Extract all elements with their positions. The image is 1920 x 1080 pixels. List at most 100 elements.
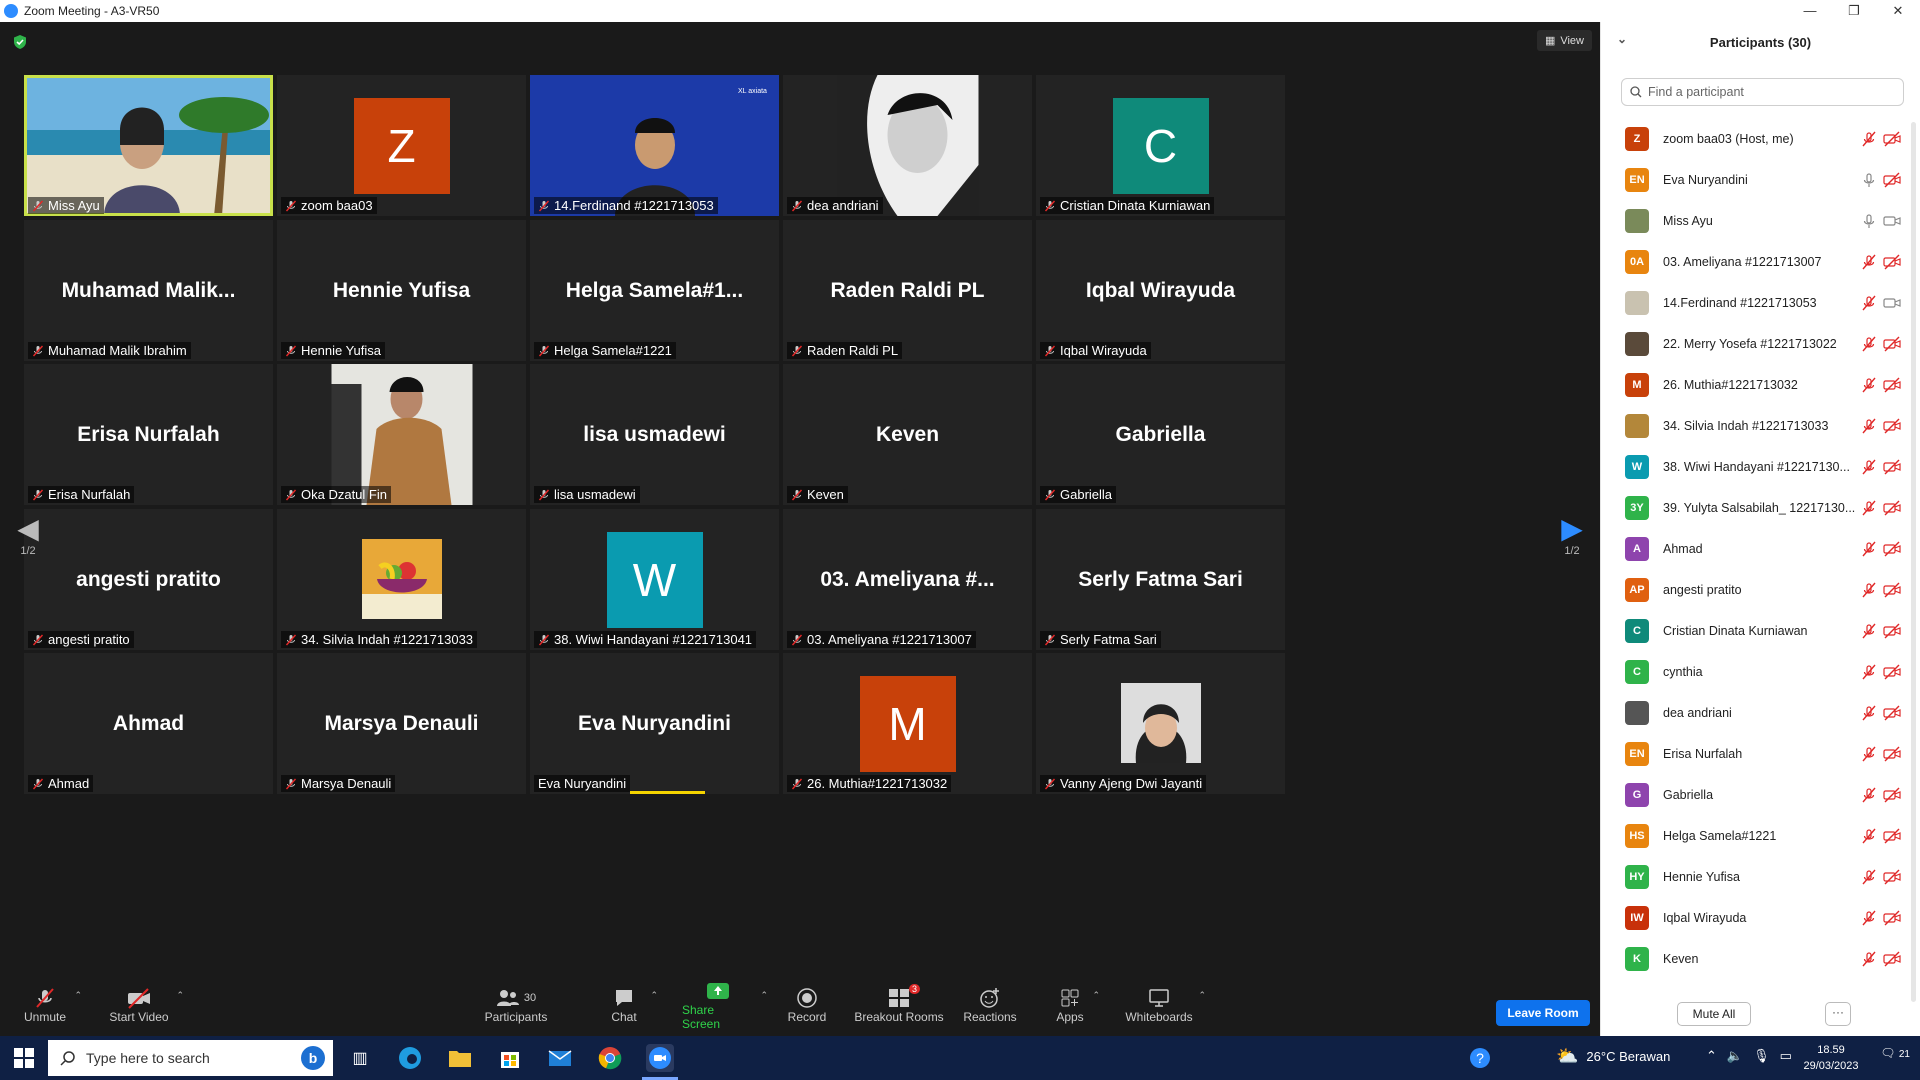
video-icon[interactable]: [1883, 213, 1901, 229]
participant-list-scrollbar[interactable]: [1911, 122, 1916, 1002]
participant-list-item[interactable]: HY Hennie Yufisa: [1601, 856, 1920, 897]
video-off-icon[interactable]: [1883, 418, 1901, 434]
participant-list-item[interactable]: Miss Ayu: [1601, 200, 1920, 241]
view-button[interactable]: ▦ View: [1536, 30, 1592, 51]
video-off-icon[interactable]: [1883, 336, 1901, 352]
mic-muted-icon[interactable]: [1861, 787, 1877, 803]
mic-muted-icon[interactable]: [1861, 459, 1877, 475]
mic-muted-icon[interactable]: [1861, 910, 1877, 926]
whiteboards-button[interactable]: Whiteboards ⌃: [1125, 974, 1206, 1036]
bing-icon[interactable]: b: [301, 1046, 325, 1070]
apps-button[interactable]: Apps ⌃: [1054, 974, 1100, 1036]
mic-muted-icon[interactable]: [1861, 295, 1877, 311]
participant-list-item[interactable]: G Gabriella: [1601, 774, 1920, 815]
participant-tile[interactable]: lisa usmadewi lisa usmadewi: [530, 364, 779, 505]
breakout-rooms-button[interactable]: 3 Breakout Rooms: [854, 974, 944, 1036]
chrome-icon[interactable]: [596, 1044, 624, 1072]
participant-tile[interactable]: Iqbal Wirayuda Iqbal Wirayuda: [1036, 220, 1285, 361]
mic-muted-icon[interactable]: [1861, 951, 1877, 967]
security-shield-icon[interactable]: [12, 34, 28, 50]
help-icon[interactable]: ?: [1466, 1044, 1494, 1072]
caret-up-icon[interactable]: ⌃: [1092, 990, 1100, 1001]
participant-list-item[interactable]: K Keven: [1601, 938, 1920, 979]
video-off-icon[interactable]: [1883, 131, 1901, 147]
participant-list-item[interactable]: 22. Merry Yosefa #1221713022: [1601, 323, 1920, 364]
participant-list-item[interactable]: IW Iqbal Wirayuda: [1601, 897, 1920, 938]
participant-list-item[interactable]: Ccynthia: [1601, 651, 1920, 692]
participant-list-item[interactable]: 14.Ferdinand #1221713053: [1601, 282, 1920, 323]
mic-muted-icon[interactable]: [1861, 541, 1877, 557]
participant-list-item[interactable]: M 26. Muthia#1221713032: [1601, 364, 1920, 405]
video-off-icon[interactable]: [1883, 541, 1901, 557]
video-off-icon[interactable]: [1883, 951, 1901, 967]
participant-tile[interactable]: 03. Ameliyana #... 03. Ameliyana #1221713…: [783, 509, 1032, 650]
participant-tile[interactable]: angesti pratito angesti pratito: [24, 509, 273, 650]
participant-tile[interactable]: Raden Raldi PL Raden Raldi PL: [783, 220, 1032, 361]
mic-muted-icon[interactable]: [1861, 582, 1877, 598]
participant-list-item[interactable]: EN Erisa Nurfalah: [1601, 733, 1920, 774]
taskbar-clock[interactable]: 18.59 29/03/2023: [1796, 1042, 1866, 1074]
mic-muted-icon[interactable]: [1861, 131, 1877, 147]
participant-tile[interactable]: M 26. Muthia#1221713032: [783, 653, 1032, 794]
caret-up-icon[interactable]: ⌃: [1198, 990, 1206, 1001]
caret-up-icon[interactable]: ⌃: [176, 990, 184, 1001]
mic-muted-icon[interactable]: [1861, 254, 1877, 270]
mute-all-button[interactable]: Mute All: [1677, 1002, 1751, 1026]
participant-tile[interactable]: 34. Silvia Indah #1221713033: [277, 509, 526, 650]
participant-list-item[interactable]: EN Eva Nuryandini: [1601, 159, 1920, 200]
chevron-up-icon[interactable]: ⌃: [1706, 1048, 1717, 1064]
participant-list-item[interactable]: 34. Silvia Indah #1221713033: [1601, 405, 1920, 446]
participant-tile[interactable]: dea andriani: [783, 75, 1032, 216]
participant-tile[interactable]: Muhamad Malik... Muhamad Malik Ibrahim: [24, 220, 273, 361]
maximize-button[interactable]: ❐: [1832, 0, 1876, 22]
video-off-icon[interactable]: [1883, 377, 1901, 393]
chevron-right-icon[interactable]: ▶: [1552, 512, 1592, 545]
participant-tile[interactable]: Serly Fatma Sari Serly Fatma Sari: [1036, 509, 1285, 650]
video-off-icon[interactable]: [1883, 705, 1901, 721]
chevron-down-icon[interactable]: ⌄: [1617, 32, 1627, 46]
microsoft-store-icon[interactable]: [496, 1044, 524, 1072]
mic-muted-icon[interactable]: [1861, 623, 1877, 639]
participant-tile[interactable]: Zzoom baa03: [277, 75, 526, 216]
participant-list-item[interactable]: 3Y 39. Yulyta Salsabilah_ 12217130...: [1601, 487, 1920, 528]
notifications-button[interactable]: 🗨 21: [1880, 1046, 1910, 1060]
participant-list-item[interactable]: C Cristian Dinata Kurniawan: [1601, 610, 1920, 651]
caret-up-icon[interactable]: ⌃: [74, 990, 82, 1001]
mic-muted-icon[interactable]: [1861, 500, 1877, 516]
chevron-left-icon[interactable]: ◀: [8, 512, 48, 545]
participant-list-item[interactable]: W 38. Wiwi Handayani #12217130...: [1601, 446, 1920, 487]
participant-tile[interactable]: Vanny Ajeng Dwi Jayanti: [1036, 653, 1285, 794]
mic-muted-icon[interactable]: [1861, 664, 1877, 680]
mic-muted-icon[interactable]: [1861, 336, 1877, 352]
video-off-icon[interactable]: [1883, 459, 1901, 475]
chat-button[interactable]: Chat ⌃: [604, 974, 658, 1036]
pager-right[interactable]: ▶ 1/2: [1552, 512, 1592, 557]
taskbar-search-input[interactable]: Type here to search b: [48, 1040, 333, 1076]
participant-list-item[interactable]: AP angesti pratito: [1601, 569, 1920, 610]
windows-start-icon[interactable]: [14, 1048, 34, 1068]
video-off-icon[interactable]: [1883, 500, 1901, 516]
speaker-icon[interactable]: 🔈: [1727, 1048, 1743, 1064]
unmute-button[interactable]: Unmute ⌃: [22, 974, 82, 1036]
participant-tile[interactable]: XL axiata 14.Ferdinand #1221713053: [530, 75, 779, 216]
video-off-icon[interactable]: [1883, 664, 1901, 680]
participant-tile[interactable]: Erisa Nurfalah Erisa Nurfalah: [24, 364, 273, 505]
microphone-icon[interactable]: 🎙: [1753, 1048, 1770, 1064]
reactions-button[interactable]: Reactions: [962, 974, 1018, 1036]
participant-tile[interactable]: Miss Ayu: [24, 75, 273, 216]
close-button[interactable]: ✕: [1876, 0, 1920, 22]
video-off-icon[interactable]: [1883, 582, 1901, 598]
participant-tile[interactable]: C Cristian Dinata Kurniawan: [1036, 75, 1285, 216]
file-explorer-icon[interactable]: [446, 1044, 474, 1072]
caret-up-icon[interactable]: ⌃: [760, 990, 768, 1001]
mic-icon[interactable]: [1861, 213, 1877, 229]
mic-icon[interactable]: [1861, 172, 1877, 188]
participant-list-item[interactable]: 0A 03. Ameliyana #1221713007: [1601, 241, 1920, 282]
mic-muted-icon[interactable]: [1861, 746, 1877, 762]
pager-left[interactable]: ◀ 1/2: [8, 512, 48, 557]
video-off-icon[interactable]: [1883, 172, 1901, 188]
mic-muted-icon[interactable]: [1861, 828, 1877, 844]
video-off-icon[interactable]: [1883, 787, 1901, 803]
network-icon[interactable]: ▭: [1780, 1048, 1792, 1064]
participant-tile[interactable]: Eva Nuryandini Eva Nuryandini: [530, 653, 779, 794]
